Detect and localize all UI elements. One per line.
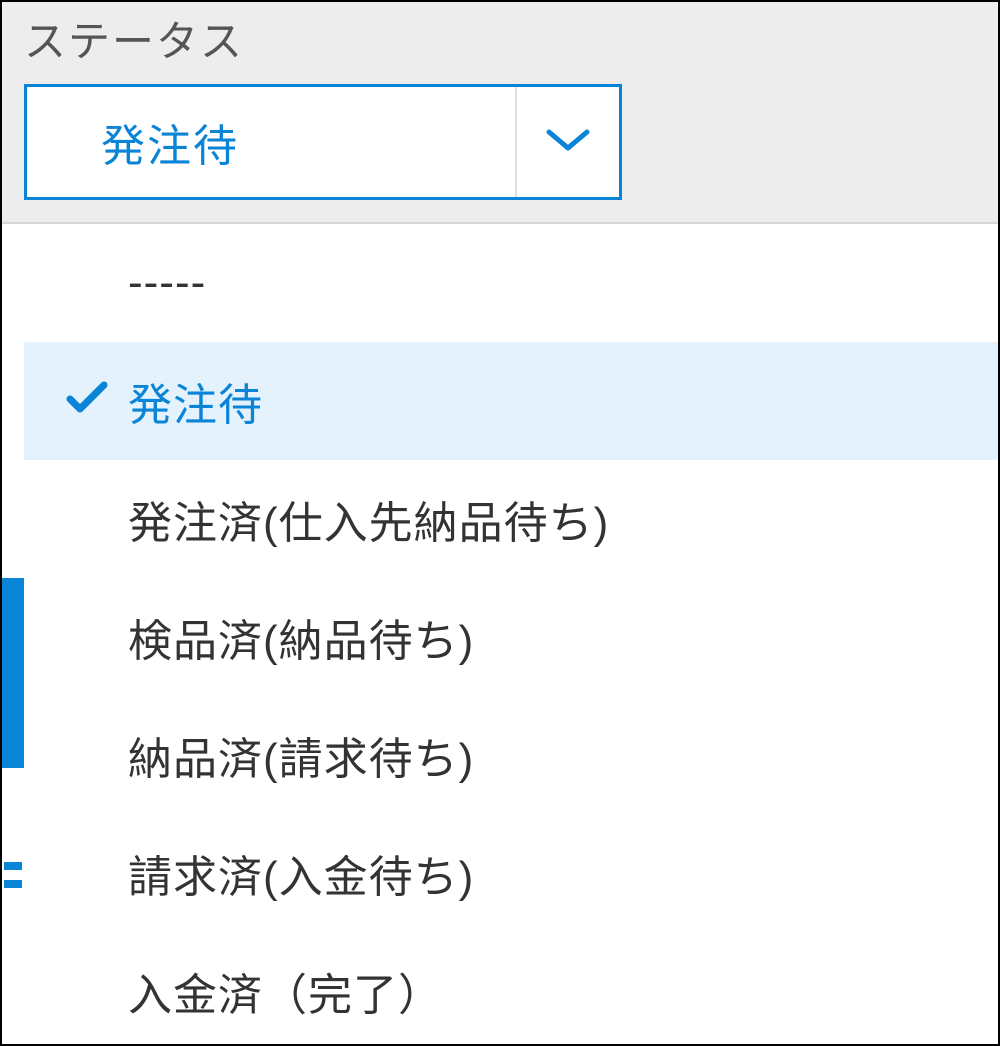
header-area: ステータス 発注待 [2,2,998,224]
status-select-toggle[interactable] [515,87,619,197]
status-option-pending-order[interactable]: 発注待 [24,342,998,460]
left-edge-highlight [2,578,24,768]
status-select-value: 発注待 [27,110,515,174]
status-option-label: 発注済(仕入先納品待ち) [128,487,609,551]
status-option-invoiced[interactable]: 請求済(入金待ち) [24,814,998,932]
status-select[interactable]: 発注待 [24,84,622,200]
status-option-paid[interactable]: 入金済（完了） [24,932,998,1046]
status-field-label: ステータス [24,8,244,69]
status-option-label: 発注待 [128,369,263,433]
status-option-ordered[interactable]: 発注済(仕入先納品待ち) [24,460,998,578]
status-dropdown: ----- 発注待 発注済(仕入先納品待ち) 検品済(納品待ち) 納品済(請求待… [24,224,998,1044]
status-option-label: 入金済（完了） [128,959,443,1023]
chevron-down-icon [545,126,591,159]
status-option-inspected[interactable]: 検品済(納品待ち) [24,578,998,696]
left-edge-stripes [4,862,22,902]
status-option-blank[interactable]: ----- [24,224,998,342]
check-icon [66,376,108,426]
status-option-label: 納品済(請求待ち) [128,723,474,787]
status-option-delivered[interactable]: 納品済(請求待ち) [24,696,998,814]
status-option-label: 請求済(入金待ち) [128,841,474,905]
status-option-label: 検品済(納品待ち) [128,605,474,669]
status-option-label: ----- [128,258,206,308]
